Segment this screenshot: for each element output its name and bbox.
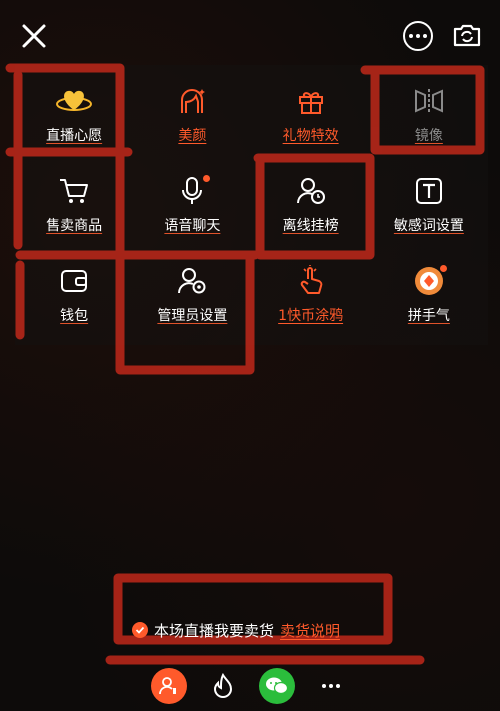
top-bar bbox=[0, 0, 500, 70]
beauty-icon bbox=[174, 83, 210, 119]
fire-icon[interactable] bbox=[205, 668, 241, 704]
grid-item-coin-doodle[interactable]: 1快币涂鸦 bbox=[252, 255, 370, 345]
heart-icon bbox=[56, 83, 93, 119]
grid-item-gift-effects[interactable]: 礼物特效 bbox=[252, 75, 370, 165]
admin-icon bbox=[174, 263, 210, 299]
mirror-icon bbox=[411, 83, 447, 119]
grid-item-beauty[interactable]: 美颜 bbox=[133, 75, 251, 165]
grid-item-live-wish[interactable]: 直播心愿 bbox=[15, 75, 133, 165]
cart-icon bbox=[56, 173, 92, 209]
more-icon[interactable] bbox=[403, 21, 433, 51]
bottom-bar bbox=[0, 668, 500, 708]
notification-dot bbox=[439, 265, 447, 272]
lucky-icon bbox=[411, 263, 447, 299]
user-clock-icon bbox=[293, 173, 329, 209]
grid-item-wallet[interactable]: 钱包 bbox=[15, 255, 133, 345]
notification-dot bbox=[203, 175, 211, 182]
grid-item-lucky-draw[interactable]: 拼手气 bbox=[370, 255, 488, 345]
sell-goods-info-link[interactable]: 卖货说明 bbox=[280, 620, 340, 641]
notice-text: 本场直播我要卖货 bbox=[154, 621, 275, 640]
hand-tap-icon bbox=[293, 263, 329, 299]
voice-link-icon[interactable] bbox=[151, 668, 187, 704]
grid-item-sell-goods[interactable]: 售卖商品 bbox=[15, 165, 133, 255]
wallet-icon bbox=[56, 263, 92, 299]
close-icon[interactable] bbox=[18, 20, 50, 52]
more-dots-icon[interactable] bbox=[313, 668, 349, 704]
grid-item-voice-chat[interactable]: 语音聊天 bbox=[133, 165, 251, 255]
grid-item-sensitive-words[interactable]: 敏感词设置 bbox=[370, 165, 488, 255]
check-icon[interactable] bbox=[132, 622, 148, 638]
gift-icon bbox=[293, 83, 329, 119]
microphone-icon bbox=[174, 173, 211, 209]
grid-item-mirror[interactable]: 镜像 bbox=[370, 75, 488, 165]
wechat-icon[interactable] bbox=[259, 668, 295, 704]
grid-item-offline-ranking[interactable]: 离线挂榜 bbox=[252, 165, 370, 255]
feature-grid: 直播心愿 美颜 礼物特效 镜像 售卖商品 语音聊天 离线挂榜 敏感词设置 钱包 … bbox=[15, 75, 488, 345]
sell-goods-notice: 本场直播我要卖货 卖货说明 bbox=[132, 620, 340, 640]
grid-item-admin-settings[interactable]: 管理员设置 bbox=[133, 255, 251, 345]
flip-camera-icon[interactable] bbox=[451, 19, 483, 51]
text-box-icon bbox=[411, 173, 447, 209]
